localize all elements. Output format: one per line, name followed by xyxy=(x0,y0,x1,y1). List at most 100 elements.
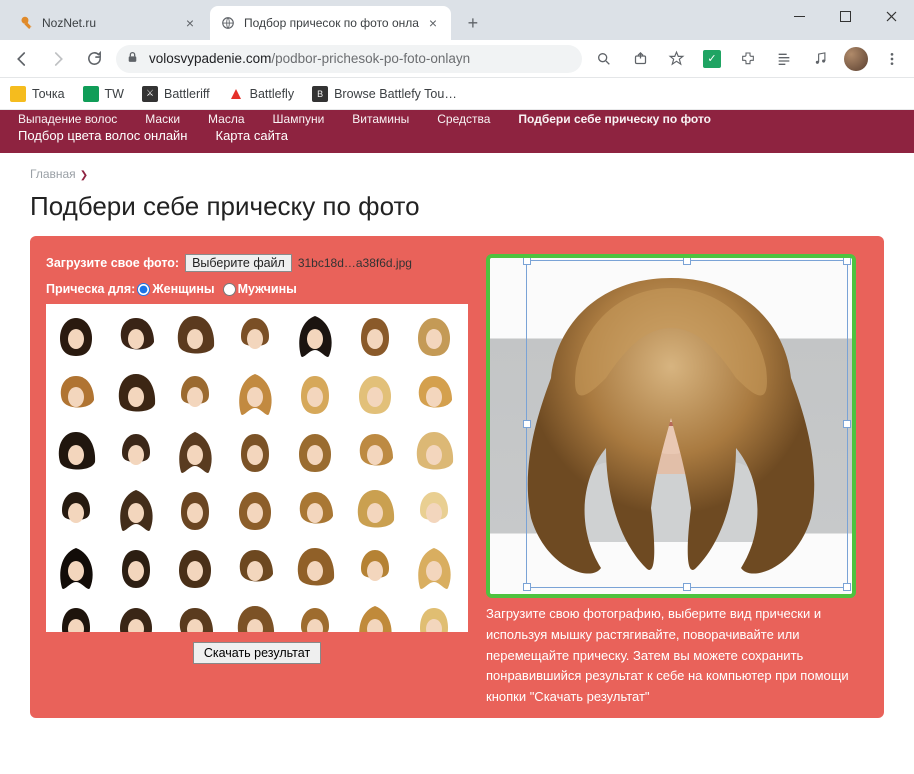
close-icon[interactable]: × xyxy=(182,15,198,31)
hairstyle-thumb[interactable] xyxy=(169,600,221,632)
bookmark-item[interactable]: TW xyxy=(83,86,124,102)
hairstyle-thumb[interactable] xyxy=(229,310,281,364)
hairstyle-thumb[interactable] xyxy=(289,542,341,596)
hairstyle-thumb[interactable] xyxy=(408,600,460,632)
nav-link[interactable]: Выпадение волос xyxy=(18,112,117,126)
resize-handle[interactable] xyxy=(523,420,531,428)
resize-handle[interactable] xyxy=(843,257,851,265)
tab-title: Подбор причесок по фото онла xyxy=(244,16,419,30)
hairstyle-thumb[interactable] xyxy=(169,484,221,538)
hairstyle-thumb[interactable] xyxy=(169,310,221,364)
hairstyle-thumb[interactable] xyxy=(229,484,281,538)
url-domain: volosvypadenie.com xyxy=(149,51,271,66)
preview-area[interactable] xyxy=(486,254,856,598)
page-title: Подбери себе прическу по фото xyxy=(0,187,914,236)
reading-list-icon[interactable] xyxy=(770,45,798,73)
back-button[interactable] xyxy=(8,45,36,73)
bookmark-star-icon[interactable] xyxy=(662,45,690,73)
hairstyle-thumb[interactable] xyxy=(229,600,281,632)
radio-women[interactable] xyxy=(137,283,150,296)
hairstyle-thumb[interactable] xyxy=(289,600,341,632)
hairstyle-thumb[interactable] xyxy=(110,368,162,422)
nav-link[interactable]: Витамины xyxy=(352,112,409,126)
hairstyle-thumb[interactable] xyxy=(110,542,162,596)
share-icon[interactable] xyxy=(626,45,654,73)
hairstyle-thumb[interactable] xyxy=(289,426,341,480)
hairstyle-thumb[interactable] xyxy=(110,484,162,538)
hairstyle-thumb[interactable] xyxy=(349,542,401,596)
new-tab-button[interactable]: + xyxy=(459,9,487,37)
hairstyle-thumb[interactable] xyxy=(408,484,460,538)
reload-button[interactable] xyxy=(80,45,108,73)
lock-icon xyxy=(126,51,139,67)
bookmark-item[interactable]: Точка xyxy=(10,86,65,102)
hairstyle-thumb[interactable] xyxy=(349,600,401,632)
hairstyle-thumb[interactable] xyxy=(289,310,341,364)
nav-link[interactable]: Маски xyxy=(145,112,180,126)
maximize-button[interactable] xyxy=(822,0,868,32)
address-bar[interactable]: volosvypadenie.com/podbor-prichesok-po-f… xyxy=(116,45,582,73)
hairstyle-thumb[interactable] xyxy=(169,426,221,480)
hairstyle-thumb[interactable] xyxy=(408,310,460,364)
hairstyle-grid[interactable] xyxy=(46,304,468,632)
hairstyle-thumb[interactable] xyxy=(110,426,162,480)
menu-icon[interactable] xyxy=(878,45,906,73)
bookmark-item[interactable]: BBrowse Battlefy Tou… xyxy=(312,86,457,102)
hairstyle-thumb[interactable] xyxy=(110,310,162,364)
profile-avatar[interactable] xyxy=(842,45,870,73)
search-icon[interactable] xyxy=(590,45,618,73)
forward-button[interactable] xyxy=(44,45,72,73)
nav-link[interactable]: Шампуни xyxy=(273,112,325,126)
hairstyle-thumb[interactable] xyxy=(349,484,401,538)
bookmark-item[interactable]: ⚔Battleriff xyxy=(142,86,210,102)
hairstyle-thumb[interactable] xyxy=(50,600,102,632)
hairstyle-thumb[interactable] xyxy=(349,310,401,364)
hairstyle-thumb[interactable] xyxy=(50,310,102,364)
resize-handle[interactable] xyxy=(523,583,531,591)
hairstyle-thumb[interactable] xyxy=(229,542,281,596)
extensions-icon[interactable] xyxy=(734,45,762,73)
hairstyle-thumb[interactable] xyxy=(50,542,102,596)
hairstyle-thumb[interactable] xyxy=(50,484,102,538)
hairstyle-thumb[interactable] xyxy=(50,368,102,422)
window-titlebar: NozNet.ru × Подбор причесок по фото онла… xyxy=(0,0,914,40)
hairstyle-thumb[interactable] xyxy=(289,368,341,422)
hairstyle-thumb[interactable] xyxy=(229,368,281,422)
hairstyle-thumb[interactable] xyxy=(50,426,102,480)
hairstyle-thumb[interactable] xyxy=(408,368,460,422)
resize-handle[interactable] xyxy=(843,420,851,428)
choose-file-button[interactable]: Выберите файл xyxy=(185,254,292,272)
resize-handle[interactable] xyxy=(683,257,691,265)
nav-link[interactable]: Подбери себе прическу по фото xyxy=(518,112,711,126)
hairstyle-thumb[interactable] xyxy=(349,368,401,422)
close-window-button[interactable] xyxy=(868,0,914,32)
radio-men[interactable] xyxy=(223,283,236,296)
hairstyle-thumb[interactable] xyxy=(289,484,341,538)
nav-link[interactable]: Масла xyxy=(208,112,244,126)
resize-handle[interactable] xyxy=(683,583,691,591)
close-icon[interactable]: × xyxy=(425,15,441,31)
hairstyle-thumb[interactable] xyxy=(169,368,221,422)
breadcrumb-home[interactable]: Главная xyxy=(30,167,76,181)
tab-noznet[interactable]: NozNet.ru × xyxy=(8,6,208,40)
chevron-right-icon: ❯ xyxy=(80,170,88,181)
breadcrumb: Главная ❯ xyxy=(0,153,914,187)
hairstyle-thumb[interactable] xyxy=(349,426,401,480)
bookmark-item[interactable]: Battlefly xyxy=(228,86,294,102)
minimize-button[interactable] xyxy=(776,0,822,32)
hairstyle-thumb[interactable] xyxy=(169,542,221,596)
adblock-icon[interactable]: ✓ xyxy=(698,45,726,73)
hairstyle-thumb[interactable] xyxy=(408,426,460,480)
nav-link[interactable]: Средства xyxy=(437,112,490,126)
selection-box[interactable] xyxy=(526,260,848,588)
hairstyle-thumb[interactable] xyxy=(408,542,460,596)
resize-handle[interactable] xyxy=(523,257,531,265)
download-button[interactable]: Скачать результат xyxy=(193,642,321,664)
hairstyle-thumb[interactable] xyxy=(110,600,162,632)
tab-active[interactable]: Подбор причесок по фото онла × xyxy=(210,6,451,40)
hairstyle-thumb[interactable] xyxy=(229,426,281,480)
music-icon[interactable] xyxy=(806,45,834,73)
nav-link[interactable]: Карта сайта xyxy=(216,128,288,143)
resize-handle[interactable] xyxy=(843,583,851,591)
nav-link[interactable]: Подбор цвета волос онлайн xyxy=(18,128,188,143)
